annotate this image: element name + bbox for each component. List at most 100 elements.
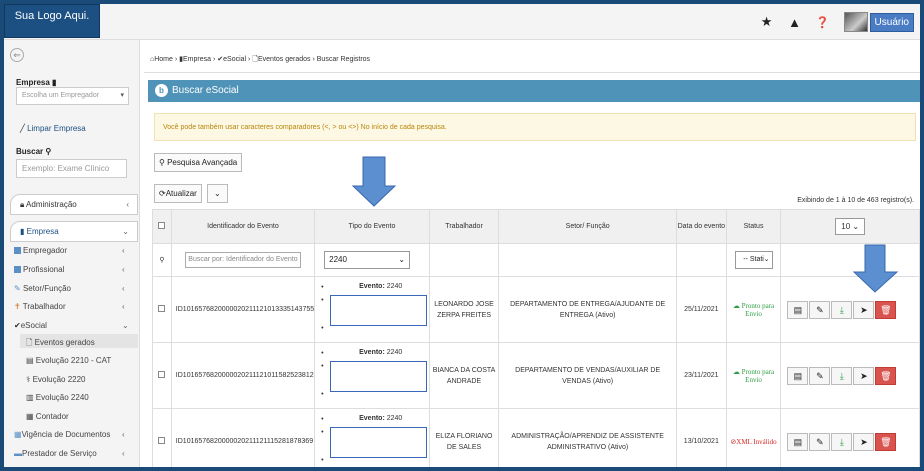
sidebar-item-trabalhador[interactable]: ✝ Trabalhador ‹ <box>14 302 125 311</box>
send-button[interactable]: ➤ <box>853 300 875 319</box>
send-button[interactable]: ➤ <box>853 432 875 451</box>
table-row[interactable]: ID1016576820000020211121013335143755 • E… <box>152 276 920 343</box>
delete-button[interactable]: 🗑︎ <box>875 300 897 319</box>
sidebar-item-evolucao-2220[interactable]: ⚕ Evolução 2220 <box>26 375 86 384</box>
sidebar-collapse-icon[interactable]: ⇐ <box>10 48 24 62</box>
download-button[interactable]: ⤓ <box>831 300 853 319</box>
empresa-label: Empresa ▮ <box>16 78 57 87</box>
row-trabalhador: ELIZA FLORIANO DE SALES <box>428 408 500 467</box>
bullet: • <box>321 429 324 436</box>
refresh-button[interactable]: ⟳Atualizar <box>154 184 202 203</box>
download-button[interactable]: ⤓ <box>831 432 853 451</box>
per-page-select[interactable]: 10 ⌄ <box>835 218 866 235</box>
col-header-status[interactable]: Status <box>725 209 782 244</box>
row-data: 25/11/2021 <box>675 276 727 343</box>
bullet: • <box>321 350 324 357</box>
breadcrumb-esocial[interactable]: eSocial <box>223 56 246 63</box>
delete-button[interactable]: 🗑︎ <box>875 366 897 385</box>
breadcrumb-home[interactable]: Home <box>154 56 173 63</box>
sidebar-section-administracao[interactable]: 🔒︎ Administração ‹ <box>10 194 138 215</box>
chevron-down-icon: ⌄ <box>398 255 406 264</box>
sidebar-item-vigencia[interactable]: ▦Vigência de Documentos ‹ <box>14 430 125 439</box>
table-row[interactable]: ID1016576820000020211121011582523812 • E… <box>152 342 920 409</box>
view-button[interactable]: ▤ <box>787 300 809 319</box>
row-setor: DEPARTAMENTO DE VENDAS/AUXILIAR DE VENDA… <box>498 342 677 409</box>
filter-status-select[interactable]: -- Stati ⌄ <box>734 251 773 269</box>
row-checkbox[interactable] <box>158 371 166 378</box>
breadcrumb-eventos[interactable]: Eventos gerados <box>258 56 311 63</box>
sidebar-search-input[interactable]: Exemplo: Exame Clínico <box>16 159 127 178</box>
limpar-empresa-link[interactable]: ╱ Limpar Empresa <box>20 124 86 133</box>
edit-button[interactable]: ✎ <box>809 366 831 385</box>
view-button[interactable]: ▤ <box>787 432 809 451</box>
row-select-cell <box>152 408 172 467</box>
filter-search-icon-cell: ⚲ <box>152 243 172 277</box>
sidebar-section-empresa[interactable]: ▮ Empresa ⌄ <box>10 221 138 242</box>
chevron-down-icon: ⌄ <box>122 227 129 236</box>
refresh-dropdown-button[interactable]: ⌄ <box>207 184 228 203</box>
select-all-cell <box>152 209 172 244</box>
row-checkbox[interactable] <box>158 437 166 444</box>
col-header-setor[interactable]: Setor/ Função <box>498 209 677 244</box>
col-header-data[interactable]: Data do evento <box>675 209 727 244</box>
main-content: ⌂Home › ▮Empresa › ✔eSocial › 🗋︎Eventos … <box>144 40 920 467</box>
sidebar-item-esocial[interactable]: ✔eSocial ⌄ <box>14 321 129 330</box>
filter-tipo-select[interactable]: 2240 ⌄ <box>324 251 411 269</box>
status-text: XML Inválido <box>736 437 777 446</box>
row-select-cell <box>152 276 172 343</box>
warning-icon[interactable]: ▲ <box>788 15 802 30</box>
lock-icon: 🔒︎ <box>20 200 25 209</box>
select-all-checkbox[interactable] <box>158 222 166 229</box>
col-header-trabalhador[interactable]: Trabalhador <box>428 209 500 244</box>
row-setor: DEPARTAMENTO DE ENTREGA/AJUDANTE DE ENTR… <box>498 276 677 343</box>
edit-button[interactable]: ✎ <box>809 300 831 319</box>
table-row[interactable]: ID1016576820000020211121115281878369 • E… <box>152 408 920 467</box>
building-icon: ▮ <box>20 227 25 236</box>
chevron-left-icon: ‹ <box>122 302 125 311</box>
sidebar-item-prestador[interactable]: ▬Prestador de Serviço ‹ <box>14 449 125 458</box>
chevron-left-icon: ‹ <box>122 430 125 439</box>
download-button[interactable]: ⤓ <box>831 366 853 385</box>
showing-count: Exibindo de 1 à 10 de 463 registro(s). <box>797 197 914 204</box>
status-text: Pronto para Envio <box>741 367 775 384</box>
calculator-icon: ▦ <box>26 412 34 421</box>
redaction-box <box>330 427 428 458</box>
user-button[interactable]: Usuário <box>869 12 914 32</box>
star-icon[interactable]: ★ <box>760 14 774 29</box>
user-menu[interactable]: Usuário <box>843 12 914 32</box>
filter-empty-cell <box>498 243 677 277</box>
building-icon <box>14 247 21 254</box>
bullet: • <box>321 325 324 332</box>
send-button[interactable]: ➤ <box>853 366 875 385</box>
sidebar-item-empregador[interactable]: Empregador ‹ <box>14 246 125 255</box>
chevron-left-icon: ‹ <box>122 449 125 458</box>
sidebar-item-contador[interactable]: ▦ Contador <box>26 412 69 421</box>
help-icon[interactable]: ❓ <box>816 15 830 29</box>
sidebar-item-eventos-gerados[interactable]: 🗋︎ Eventos gerados <box>26 337 95 351</box>
per-page-cell: 10 ⌄ <box>780 209 920 244</box>
row-status: ⊘XML Inválido <box>725 408 782 467</box>
breadcrumb-empresa[interactable]: Empresa <box>183 56 211 63</box>
edit-button[interactable]: ✎ <box>809 432 831 451</box>
row-trabalhador: LEONARDO JOSE ZERPA FREITES <box>428 276 500 343</box>
row-evento: Evento: 2240 <box>359 283 403 290</box>
sidebar-item-profissional[interactable]: Profissional ‹ <box>14 265 125 274</box>
advanced-search-button[interactable]: ⚲ Pesquisa Avançada <box>154 153 243 172</box>
filter-id-input[interactable]: Buscar por: Identificador do Evento <box>184 252 301 268</box>
chevron-left-icon: ‹ <box>122 246 125 255</box>
view-button[interactable]: ▤ <box>787 366 809 385</box>
bullet: • <box>321 457 324 464</box>
empresa-select[interactable]: Escolha um Empregador ▾ <box>16 87 129 105</box>
row-checkbox[interactable] <box>158 305 166 312</box>
top-bar: Sua Logo Aqui. ★ ▲ ❓ Usuário <box>4 4 920 40</box>
filter-status-cell: -- Stati ⌄ <box>725 243 782 277</box>
sidebar-item-setor-funcao[interactable]: ✎ Setor/Função ‹ <box>14 284 125 293</box>
sidebar-item-evolucao-2240[interactable]: ▥ Evolução 2240 <box>26 393 89 402</box>
delete-button[interactable]: 🗑︎ <box>875 432 897 451</box>
col-header-tipo[interactable]: Tipo do Evento <box>314 209 430 244</box>
col-header-identificador[interactable]: Identificador do Evento <box>170 209 316 244</box>
breadcrumb: ⌂Home › ▮Empresa › ✔eSocial › 🗋︎Eventos … <box>150 56 371 63</box>
sidebar-item-evolucao-2210[interactable]: ▤ Evolução 2210 - CAT <box>26 356 111 365</box>
chevron-down-icon: ▾ <box>120 92 124 99</box>
row-select-cell <box>152 342 172 409</box>
